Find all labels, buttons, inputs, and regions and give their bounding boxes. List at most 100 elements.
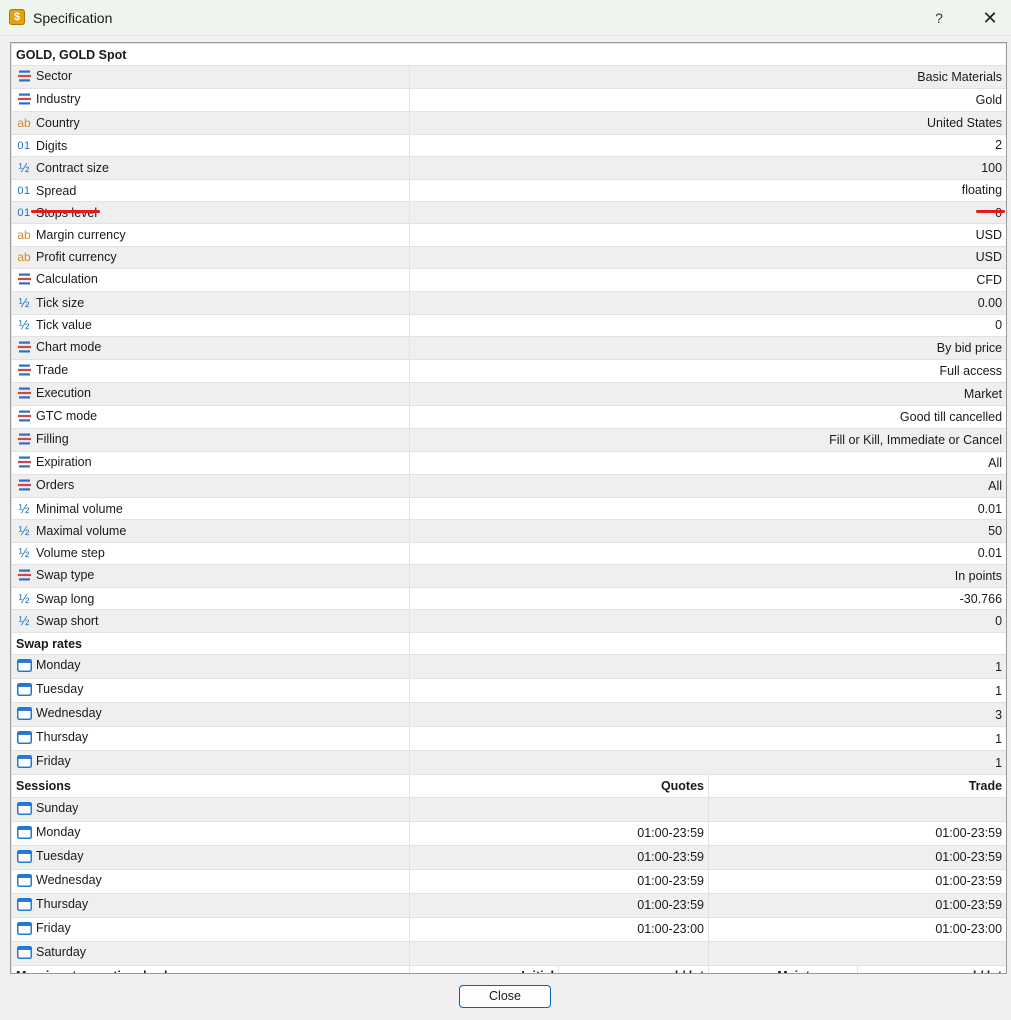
property-row[interactable]: ½ Volume step 0.01 xyxy=(11,541,1006,566)
property-row[interactable]: Expiration All xyxy=(11,450,1006,475)
property-row[interactable]: 01 Spread floating xyxy=(11,178,1006,202)
session-row[interactable]: Saturday xyxy=(11,940,1006,966)
property-label: ½ Contract size xyxy=(11,156,410,180)
property-row[interactable]: Industry Gold xyxy=(11,88,1006,113)
session-trade xyxy=(707,796,1006,822)
margin-rates-header: Margin rates: notional value xyxy=(11,964,410,973)
property-label-text: Industry xyxy=(36,92,81,107)
property-label: Sector xyxy=(11,65,410,90)
property-row[interactable]: ½ Swap long -30.766 xyxy=(11,587,1006,611)
property-row[interactable]: Chart mode By bid price xyxy=(11,335,1006,360)
close-icon: ✕ xyxy=(982,8,998,28)
session-trade: 01:00-23:59 xyxy=(707,868,1006,894)
session-quotes: 01:00-23:59 xyxy=(409,868,709,894)
property-label-text: Trade xyxy=(36,362,69,377)
property-row[interactable]: Sector Basic Materials xyxy=(11,65,1006,90)
property-label-wrap: ab Profit currency xyxy=(16,247,116,267)
property-row[interactable]: ½ Maximal volume 50 xyxy=(11,519,1006,543)
list-icon xyxy=(16,433,32,445)
text-icon: ab xyxy=(17,250,31,265)
property-row[interactable]: ½ Contract size 100 xyxy=(11,156,1006,180)
property-label-text: Country xyxy=(36,116,80,131)
swap-rate-row[interactable]: Monday 1 xyxy=(11,654,1006,680)
property-row[interactable]: ½ Minimal volume 0.01 xyxy=(11,496,1006,521)
decimal-icon: ½ xyxy=(18,294,30,310)
property-label-wrap: ab Margin currency xyxy=(16,225,126,245)
property-row[interactable]: GTC mode Good till cancelled xyxy=(11,404,1006,429)
swap-rate-day-text: Thursday xyxy=(36,730,89,745)
property-label: ab Margin currency xyxy=(11,223,410,247)
calendar-icon xyxy=(16,873,32,887)
property-label: Filling xyxy=(11,427,410,452)
decimal-icon: ½ xyxy=(18,500,30,516)
property-value: CFD xyxy=(408,268,1006,293)
property-label-text: Expiration xyxy=(36,454,92,469)
session-quotes: 01:00-23:00 xyxy=(409,916,709,942)
session-day-wrap: Thursday xyxy=(16,894,88,914)
swap-rate-day: Tuesday xyxy=(11,678,410,704)
list-icon xyxy=(16,341,32,353)
list-icon xyxy=(16,70,32,82)
swap-rate-row[interactable]: Tuesday 1 xyxy=(11,678,1006,704)
close-button[interactable]: Close xyxy=(459,985,551,1008)
session-row[interactable]: Friday 01:00-23:00 01:00-23:00 xyxy=(11,916,1006,942)
list-icon xyxy=(16,364,32,376)
sessions-quotes-header: Quotes xyxy=(409,774,709,798)
specification-table-panel[interactable]: GOLD, GOLD Spot Sector Basic Materials Indu… xyxy=(10,42,1007,974)
property-row[interactable]: Execution Market xyxy=(11,381,1006,406)
calendar-icon xyxy=(16,849,32,863)
property-row[interactable]: 01 Stops level 0 xyxy=(11,200,1006,225)
swap-rates-header-row[interactable]: Swap rates xyxy=(11,631,1006,656)
swap-rate-row[interactable]: Friday 1 xyxy=(11,750,1006,776)
property-label-wrap: ab Country xyxy=(16,113,80,133)
property-row[interactable]: ab Profit currency USD xyxy=(11,245,1006,270)
swap-rate-day-wrap: Thursday xyxy=(16,728,89,748)
window-close-button[interactable]: ✕ xyxy=(976,6,1004,30)
property-row[interactable]: Orders All xyxy=(11,473,1006,498)
swap-rate-row[interactable]: Wednesday 3 xyxy=(11,702,1006,728)
session-row[interactable]: Thursday 01:00-23:59 01:00-23:59 xyxy=(11,892,1006,918)
session-day-text: Saturday xyxy=(36,944,87,959)
session-row[interactable]: Sunday xyxy=(11,796,1006,822)
margin-rates-header-row[interactable]: Margin rates: notional valueInitialusd /… xyxy=(11,964,1006,973)
help-button[interactable]: ? xyxy=(926,7,952,29)
property-row[interactable]: Calculation CFD xyxy=(11,268,1006,293)
calendar-icon xyxy=(16,921,32,935)
property-value: Market xyxy=(408,381,1006,406)
property-label: 01 Spread xyxy=(11,178,410,202)
session-day-text: Thursday xyxy=(36,896,89,911)
property-row[interactable]: ab Country United States xyxy=(11,111,1006,135)
property-label-text: Orders xyxy=(36,477,75,492)
property-row[interactable]: Filling Fill or Kill, Immediate or Cancel xyxy=(11,427,1006,452)
decimal-icon: ½ xyxy=(18,613,30,629)
session-day-text: Friday xyxy=(36,920,71,935)
property-label: 01 Digits xyxy=(11,133,410,158)
session-row[interactable]: Tuesday 01:00-23:59 01:00-23:59 xyxy=(11,844,1006,870)
symbol-title-row[interactable]: GOLD, GOLD Spot xyxy=(11,43,1006,67)
property-row[interactable]: 01 Digits 2 xyxy=(11,133,1006,158)
session-day-text: Tuesday xyxy=(36,848,84,863)
session-row[interactable]: Wednesday 01:00-23:59 01:00-23:59 xyxy=(11,868,1006,894)
property-value: 0.01 xyxy=(408,496,1006,521)
property-row[interactable]: Swap type In points xyxy=(11,564,1006,589)
swap-rate-row[interactable]: Thursday 1 xyxy=(11,726,1006,752)
property-row[interactable]: Trade Full access xyxy=(11,358,1006,383)
property-label: GTC mode xyxy=(11,404,410,429)
session-row[interactable]: Monday 01:00-23:59 01:00-23:59 xyxy=(11,820,1006,846)
property-label-wrap: ½ Swap short xyxy=(16,611,99,631)
property-label-text: Chart mode xyxy=(36,339,102,354)
calendar-icon xyxy=(16,754,32,769)
property-row[interactable]: ab Margin currency USD xyxy=(11,223,1006,247)
property-label: Execution xyxy=(11,381,410,406)
property-label: ½ Maximal volume xyxy=(11,519,410,543)
property-row[interactable]: ½ Tick size 0.00 xyxy=(11,291,1006,315)
property-row[interactable]: ½ Tick value 0 xyxy=(11,313,1006,337)
sessions-header-row[interactable]: Sessions Quotes Trade xyxy=(11,774,1006,798)
property-row[interactable]: ½ Swap short 0 xyxy=(11,609,1006,633)
session-day-wrap: Saturday xyxy=(16,942,86,962)
list-icon xyxy=(16,273,32,285)
session-day-wrap: Friday xyxy=(16,918,71,938)
property-label-text: Filling xyxy=(36,431,69,446)
property-label-text: Margin currency xyxy=(36,228,126,243)
session-day: Thursday xyxy=(11,892,410,918)
